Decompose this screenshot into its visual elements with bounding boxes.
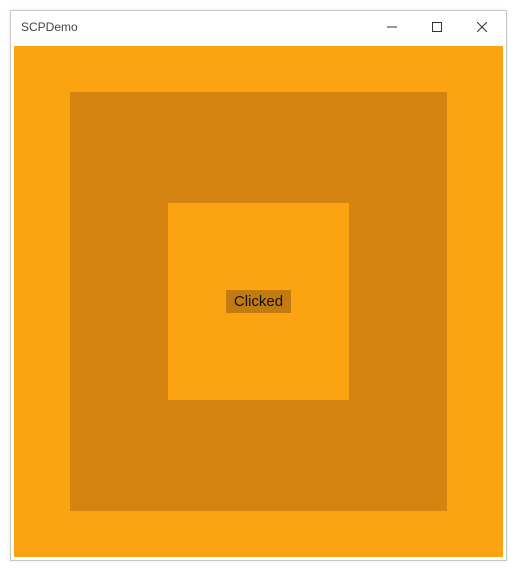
clicked-button[interactable]: Clicked [226,290,291,313]
maximize-icon [432,22,442,32]
minimize-button[interactable] [369,11,414,43]
maximize-button[interactable] [414,11,459,43]
middle-panel: Clicked [70,92,447,511]
minimize-icon [387,22,397,32]
outer-panel: Clicked [14,46,503,557]
client-area: Clicked [11,43,506,560]
inner-panel: Clicked [168,203,349,400]
close-button[interactable] [459,11,504,43]
window-title: SCPDemo [21,20,369,34]
app-window: SCPDemo Clicked [10,10,507,561]
window-controls [369,11,504,43]
close-icon [477,22,487,32]
titlebar: SCPDemo [11,11,506,43]
